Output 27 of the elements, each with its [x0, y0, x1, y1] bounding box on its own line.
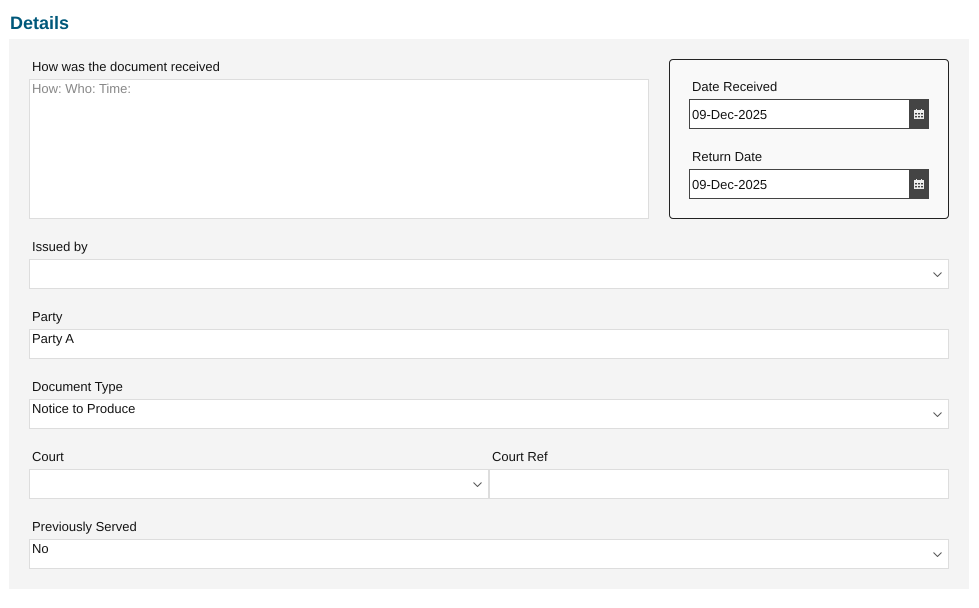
- calendar-icon: [914, 109, 924, 119]
- chevron-down-icon: [933, 552, 942, 556]
- field-label: Court: [31, 449, 64, 465]
- chevron-down-icon: [933, 412, 942, 416]
- field-label: Court Ref: [491, 449, 548, 465]
- chevron-down-icon: [473, 482, 482, 486]
- dropdown-field[interactable]: [29, 469, 489, 499]
- chevron-down-icon: [933, 272, 942, 276]
- dropdown-field[interactable]: No: [29, 539, 949, 569]
- calendar-button[interactable]: [909, 169, 929, 199]
- dropdown-field[interactable]: Notice to Produce: [29, 399, 949, 429]
- field-label: How was the document received: [31, 59, 220, 75]
- field-label: Party: [31, 309, 62, 325]
- calendar-button[interactable]: [909, 99, 929, 129]
- field-label: Previously Served: [31, 519, 137, 535]
- input-field[interactable]: Party A: [29, 329, 949, 359]
- date-field[interactable]: 09-Dec-2025: [689, 99, 909, 129]
- field-label: Issued by: [31, 239, 88, 255]
- field-label: Document Type: [31, 379, 123, 395]
- calendar-icon: [914, 179, 924, 189]
- text-area[interactable]: How: Who: Time:: [29, 79, 649, 219]
- section-title: Details: [9, 12, 70, 35]
- date-field[interactable]: 09-Dec-2025: [689, 169, 909, 199]
- input-field[interactable]: [489, 469, 949, 499]
- field-label: Date Received: [691, 79, 778, 95]
- field-label: Return Date: [691, 149, 762, 165]
- dropdown-field[interactable]: [29, 259, 949, 289]
